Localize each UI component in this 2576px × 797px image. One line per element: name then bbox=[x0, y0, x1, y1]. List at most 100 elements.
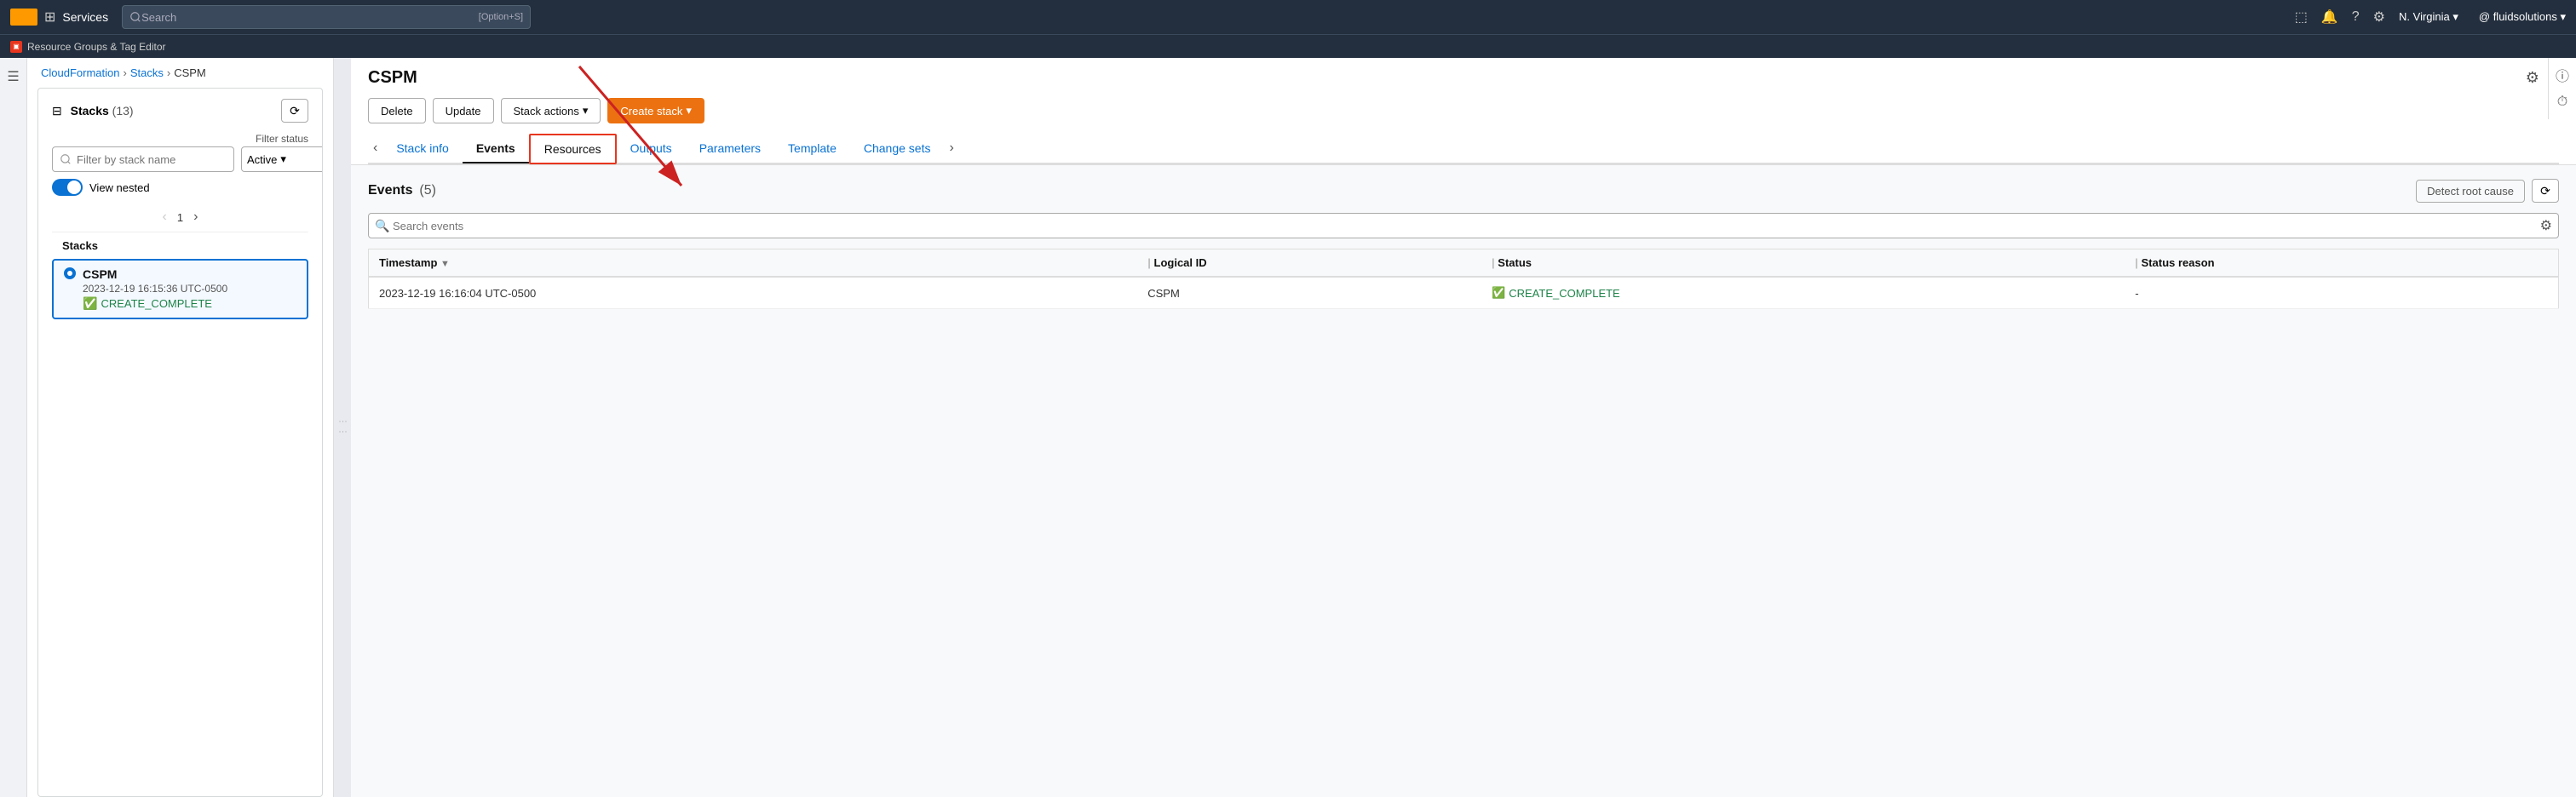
bell-icon[interactable]: 🔔 bbox=[2321, 9, 2338, 26]
region-selector[interactable]: N. Virginia ▾ bbox=[2399, 10, 2458, 24]
account-menu[interactable]: @ fluidsolutions ▾ bbox=[2479, 10, 2566, 24]
resource-groups-icon: ▣ bbox=[10, 41, 22, 53]
right-header: CSPM ⚙ ✕ Delete Update Stack actions ▾ C… bbox=[351, 58, 2576, 165]
search-shortcut: [Option+S] bbox=[479, 12, 523, 22]
stack-item-date: 2023-12-19 16:15:36 UTC-0500 bbox=[83, 283, 296, 295]
breadcrumb: CloudFormation › Stacks › CSPM bbox=[27, 58, 333, 88]
delete-button[interactable]: Delete bbox=[368, 98, 426, 123]
status-check-icon: ✅ bbox=[83, 296, 97, 311]
filter-status-label: Filter status bbox=[52, 133, 308, 145]
status-filter-select[interactable]: Active ▾ bbox=[241, 146, 323, 172]
divider-dots: ⋮⋮ bbox=[338, 417, 348, 438]
terminal-icon[interactable]: ⬚ bbox=[2295, 9, 2308, 26]
cell-timestamp: 2023-12-19 16:16:04 UTC-0500 bbox=[369, 277, 1138, 309]
search-events-input[interactable] bbox=[368, 213, 2559, 238]
stacks-list-header: Stacks bbox=[52, 232, 308, 259]
col-header-timestamp: Timestamp ▼ bbox=[369, 249, 1138, 278]
tab-events[interactable]: Events bbox=[463, 135, 529, 163]
events-table: Timestamp ▼ | Logical ID | Status | bbox=[368, 249, 2559, 309]
create-stack-button[interactable]: Create stack ▾ bbox=[607, 98, 704, 123]
tab-parameters[interactable]: Parameters bbox=[686, 135, 774, 163]
stack-item-name: CSPM bbox=[83, 267, 296, 281]
pagination-page: 1 bbox=[177, 211, 183, 224]
update-button[interactable]: Update bbox=[433, 98, 494, 123]
view-nested-toggle[interactable] bbox=[52, 179, 83, 196]
hamburger-icon: ☰ bbox=[7, 68, 19, 85]
stacks-count: (13) bbox=[112, 104, 134, 118]
view-nested-label: View nested bbox=[89, 181, 150, 194]
help-icon[interactable]: ? bbox=[2352, 9, 2360, 25]
stack-actions-button[interactable]: Stack actions ▾ bbox=[501, 98, 601, 123]
right-panel: CSPM ⚙ ✕ Delete Update Stack actions ▾ C… bbox=[351, 58, 2576, 797]
stack-item-content: CSPM 2023-12-19 16:15:36 UTC-0500 ✅ CREA… bbox=[83, 267, 296, 311]
view-nested-row: View nested bbox=[52, 179, 308, 196]
stacks-panel-title: ⊟ Stacks (13) bbox=[52, 104, 134, 118]
breadcrumb-sep-1: › bbox=[124, 66, 127, 79]
stacks-panel: ⊟ Stacks (13) ⟳ Filter status Active ▾ bbox=[37, 88, 323, 797]
resource-groups-label: Resource Groups & Tag Editor bbox=[27, 41, 166, 53]
table-row[interactable]: 2023-12-19 16:16:04 UTC-0500 CSPM ✅ CREA… bbox=[369, 277, 2559, 309]
stack-detail-title: CSPM bbox=[368, 68, 417, 88]
tab-prev-button[interactable]: ‹ bbox=[368, 137, 382, 159]
stack-status-text: CREATE_COMPLETE bbox=[101, 297, 212, 310]
right-edge-icons: ⓘ ⏱ bbox=[2548, 58, 2576, 119]
edge-info-icon[interactable]: ⓘ bbox=[2549, 61, 2576, 89]
svg-text:aws: aws bbox=[14, 12, 25, 18]
search-events-row: 🔍 ⚙ bbox=[368, 213, 2559, 238]
tab-resources[interactable]: Resources bbox=[529, 134, 617, 164]
top-navigation: aws ⊞ Services [Option+S] ⬚ 🔔 ? ⚙ N. Vir… bbox=[0, 0, 2576, 34]
global-search[interactable]: [Option+S] bbox=[122, 5, 531, 29]
events-section: Events (5) Detect root cause ⟳ 🔍 ⚙ bbox=[351, 165, 2576, 797]
search-input[interactable] bbox=[141, 11, 472, 24]
settings-icon[interactable]: ⚙ bbox=[2373, 9, 2385, 26]
aws-logo[interactable]: aws bbox=[10, 9, 37, 26]
breadcrumb-stacks[interactable]: Stacks bbox=[130, 66, 164, 79]
sidebar-toggle[interactable]: ☰ bbox=[0, 58, 27, 797]
pagination-prev[interactable]: ‹ bbox=[163, 209, 167, 225]
detect-root-cause-button[interactable]: Detect root cause bbox=[2416, 180, 2525, 203]
stacks-header: ⊟ Stacks (13) ⟳ bbox=[52, 99, 308, 123]
events-settings-icon[interactable]: ⚙ bbox=[2540, 217, 2552, 234]
stacks-refresh-button[interactable]: ⟳ bbox=[281, 99, 308, 123]
create-stack-dropdown-icon: ▾ bbox=[686, 104, 692, 118]
col-header-logical-id: | Logical ID bbox=[1137, 249, 1481, 278]
action-buttons: Delete Update Stack actions ▾ Create sta… bbox=[368, 98, 2559, 123]
tab-change-sets[interactable]: Change sets bbox=[850, 135, 945, 163]
nav-icons: ⬚ 🔔 ? ⚙ N. Virginia ▾ @ fluidsolutions ▾ bbox=[2295, 9, 2566, 26]
events-title: Events bbox=[368, 183, 412, 198]
tab-template[interactable]: Template bbox=[774, 135, 850, 163]
panel-divider[interactable]: ⋮⋮ bbox=[334, 58, 351, 797]
status-complete: ✅ CREATE_COMPLETE bbox=[1492, 286, 2114, 300]
filter-row: Filter status Active ▾ bbox=[52, 133, 308, 172]
events-count: (5) bbox=[419, 183, 436, 198]
search-events-icon: 🔍 bbox=[375, 219, 389, 233]
grid-icon[interactable]: ⊞ bbox=[44, 9, 55, 26]
breadcrumb-cloudformation[interactable]: CloudFormation bbox=[41, 66, 120, 79]
tab-next-button[interactable]: › bbox=[944, 137, 958, 159]
stack-radio bbox=[64, 267, 76, 279]
edge-history-icon[interactable]: ⏱ bbox=[2549, 89, 2576, 116]
status-dropdown-icon: ▾ bbox=[280, 152, 286, 166]
resource-groups-bar: ▣ Resource Groups & Tag Editor bbox=[0, 34, 2576, 58]
cell-logical-id: CSPM bbox=[1137, 277, 1481, 309]
stack-actions-dropdown-icon: ▾ bbox=[583, 104, 589, 118]
status-selected-value: Active bbox=[247, 153, 277, 166]
col-header-status: | Status bbox=[1481, 249, 2125, 278]
stacks-pagination: ‹ 1 › bbox=[52, 203, 308, 232]
timestamp-sort-icon[interactable]: ▼ bbox=[440, 259, 450, 269]
tabs-row: ‹ Stack info Events Resources Outputs Pa… bbox=[368, 134, 2559, 164]
stack-item-status: ✅ CREATE_COMPLETE bbox=[83, 296, 296, 311]
status-complete-check: ✅ bbox=[1492, 286, 1505, 300]
tab-stack-info[interactable]: Stack info bbox=[382, 135, 462, 163]
stack-filter-input[interactable] bbox=[52, 146, 234, 172]
panel-settings-icon[interactable]: ⚙ bbox=[2526, 69, 2539, 87]
toggle-knob bbox=[67, 181, 81, 194]
services-link[interactable]: Services bbox=[62, 10, 108, 24]
cell-status: ✅ CREATE_COMPLETE bbox=[1481, 277, 2125, 309]
stack-item-cspm[interactable]: CSPM 2023-12-19 16:15:36 UTC-0500 ✅ CREA… bbox=[52, 259, 308, 319]
pagination-next[interactable]: › bbox=[193, 209, 198, 225]
events-refresh-button[interactable]: ⟳ bbox=[2532, 179, 2559, 203]
cell-status-reason: - bbox=[2125, 277, 2558, 309]
events-header: Events (5) Detect root cause ⟳ bbox=[368, 179, 2559, 203]
tab-outputs[interactable]: Outputs bbox=[617, 135, 686, 163]
